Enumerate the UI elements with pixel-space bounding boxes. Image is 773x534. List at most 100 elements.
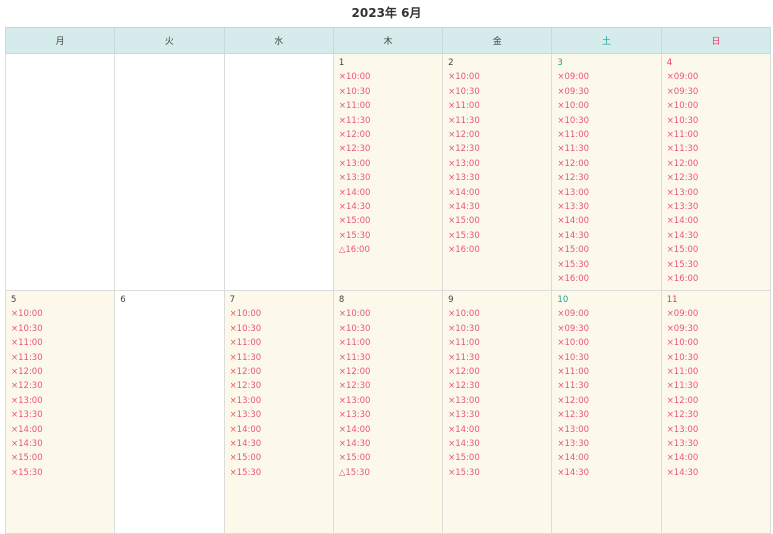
time-slot-full[interactable]: ×11:30 — [448, 114, 546, 128]
time-slot-full[interactable]: ×09:00 — [667, 307, 765, 321]
time-slot-full[interactable]: ×13:30 — [448, 171, 546, 185]
time-slot-full[interactable]: ×11:30 — [339, 351, 437, 365]
time-slot-full[interactable]: ×13:30 — [11, 408, 109, 422]
time-slot-full[interactable]: ×13:30 — [230, 408, 328, 422]
time-slot-full[interactable]: ×14:30 — [448, 200, 546, 214]
time-slot-full[interactable]: ×14:30 — [339, 200, 437, 214]
time-slot-full[interactable]: ×14:00 — [667, 451, 765, 465]
calendar-day-cell-sun[interactable]: 11 ×09:00 ×09:30 ×10:00 ×10:30 ×11:00 ×11:30 ×1… — [660, 290, 772, 534]
time-slot-full[interactable]: ×11:30 — [667, 379, 765, 393]
time-slot-full[interactable]: ×15:00 — [339, 451, 437, 465]
time-slot-full[interactable]: ×14:00 — [667, 214, 765, 228]
time-slot-full[interactable]: ×15:00 — [230, 451, 328, 465]
time-slot-full[interactable]: ×10:00 — [230, 307, 328, 321]
time-slot-full[interactable]: ×14:00 — [448, 186, 546, 200]
time-slot-full[interactable]: ×10:30 — [230, 322, 328, 336]
time-slot-full[interactable]: ×15:30 — [448, 466, 546, 480]
time-slot-full[interactable]: ×15:30 — [339, 229, 437, 243]
time-slot-full[interactable]: ×13:00 — [557, 186, 655, 200]
time-slot-full[interactable]: ×09:30 — [557, 85, 655, 99]
calendar-day-cell-sat[interactable]: 10 ×09:00 ×09:30 ×10:00 ×10:30 ×11:00 ×11:30 ×1… — [551, 290, 662, 534]
time-slot-full[interactable]: ×14:00 — [230, 423, 328, 437]
time-slot-full[interactable]: ×14:00 — [339, 423, 437, 437]
time-slot-full[interactable]: ×10:30 — [667, 351, 765, 365]
time-slot-full[interactable]: ×12:00 — [667, 157, 765, 171]
time-slot-full[interactable]: ×11:30 — [557, 142, 655, 156]
time-slot-full[interactable]: ×14:30 — [557, 466, 655, 480]
time-slot-full[interactable]: ×12:30 — [339, 379, 437, 393]
time-slot-full[interactable]: ×14:30 — [230, 437, 328, 451]
time-slot-full[interactable]: ×14:30 — [667, 229, 765, 243]
time-slot-full[interactable]: ×11:00 — [557, 365, 655, 379]
time-slot-full[interactable]: ×15:00 — [448, 214, 546, 228]
time-slot-full[interactable]: ×13:00 — [667, 423, 765, 437]
time-slot-full[interactable]: ×11:00 — [339, 99, 437, 113]
time-slot-full[interactable]: ×10:00 — [557, 99, 655, 113]
time-slot-full[interactable]: ×13:00 — [448, 394, 546, 408]
time-slot-full[interactable]: ×13:00 — [448, 157, 546, 171]
time-slot-full[interactable]: ×14:00 — [11, 423, 109, 437]
time-slot-full[interactable]: ×13:30 — [557, 200, 655, 214]
time-slot-full[interactable]: ×16:00 — [667, 272, 765, 286]
time-slot-full[interactable]: ×14:00 — [557, 214, 655, 228]
time-slot-full[interactable]: ×12:30 — [557, 171, 655, 185]
time-slot-full[interactable]: ×10:30 — [557, 351, 655, 365]
time-slot-full[interactable]: ×13:00 — [667, 186, 765, 200]
time-slot-full[interactable]: ×11:00 — [557, 128, 655, 142]
time-slot-full[interactable]: ×10:30 — [339, 85, 437, 99]
time-slot-full[interactable]: ×10:30 — [339, 322, 437, 336]
time-slot-full[interactable]: ×12:00 — [448, 128, 546, 142]
time-slot-full[interactable]: ×11:30 — [557, 379, 655, 393]
time-slot-full[interactable]: ×12:30 — [339, 142, 437, 156]
time-slot-full[interactable]: ×10:00 — [667, 99, 765, 113]
time-slot-full[interactable]: ×12:00 — [557, 394, 655, 408]
time-slot-full[interactable]: ×13:00 — [339, 394, 437, 408]
time-slot-full[interactable]: ×10:00 — [448, 307, 546, 321]
time-slot-full[interactable]: ×14:30 — [448, 437, 546, 451]
time-slot-full[interactable]: ×11:00 — [448, 336, 546, 350]
time-slot-full[interactable]: ×14:00 — [557, 451, 655, 465]
time-slot-full[interactable]: ×11:00 — [11, 336, 109, 350]
time-slot-full[interactable]: ×10:00 — [339, 70, 437, 84]
time-slot-full[interactable]: ×13:30 — [667, 200, 765, 214]
time-slot-full[interactable]: ×14:30 — [667, 466, 765, 480]
time-slot-full[interactable]: ×12:00 — [448, 365, 546, 379]
time-slot-full[interactable]: ×11:30 — [448, 351, 546, 365]
time-slot-limited[interactable]: △15:30 — [339, 466, 437, 480]
time-slot-full[interactable]: ×16:00 — [557, 272, 655, 286]
time-slot-full[interactable]: ×10:00 — [667, 336, 765, 350]
time-slot-full[interactable]: ×11:00 — [667, 128, 765, 142]
time-slot-full[interactable]: ×12:00 — [230, 365, 328, 379]
calendar-day-cell-mon[interactable]: 5 ×10:00 ×10:30 ×11:00 ×11:30 ×12:00 ×12:30 ×13… — [4, 290, 116, 534]
time-slot-limited[interactable]: △16:00 — [339, 243, 437, 257]
time-slot-full[interactable]: ×11:00 — [448, 99, 546, 113]
time-slot-full[interactable]: ×15:00 — [557, 243, 655, 257]
time-slot-full[interactable]: ×12:00 — [11, 365, 109, 379]
time-slot-full[interactable]: ×09:00 — [667, 70, 765, 84]
time-slot-full[interactable]: ×10:30 — [11, 322, 109, 336]
time-slot-full[interactable]: ×12:30 — [230, 379, 328, 393]
time-slot-full[interactable]: ×15:30 — [448, 229, 546, 243]
time-slot-full[interactable]: ×13:00 — [557, 423, 655, 437]
time-slot-full[interactable]: ×12:30 — [11, 379, 109, 393]
time-slot-full[interactable]: ×09:00 — [557, 307, 655, 321]
time-slot-full[interactable]: ×10:30 — [557, 114, 655, 128]
time-slot-full[interactable]: ×12:30 — [448, 379, 546, 393]
time-slot-full[interactable]: ×13:30 — [557, 437, 655, 451]
time-slot-full[interactable]: ×10:00 — [557, 336, 655, 350]
time-slot-full[interactable]: ×11:00 — [339, 336, 437, 350]
time-slot-full[interactable]: ×11:30 — [230, 351, 328, 365]
time-slot-full[interactable]: ×10:00 — [448, 70, 546, 84]
time-slot-full[interactable]: ×09:30 — [667, 85, 765, 99]
time-slot-full[interactable]: ×15:00 — [667, 243, 765, 257]
time-slot-full[interactable]: ×10:30 — [448, 322, 546, 336]
time-slot-full[interactable]: ×14:30 — [557, 229, 655, 243]
time-slot-full[interactable]: ×12:30 — [557, 408, 655, 422]
calendar-day-cell-wed[interactable]: 7 ×10:00 ×10:30 ×11:00 ×11:30 ×12:00 ×12:30 ×13… — [223, 290, 334, 534]
calendar-day-cell-thu[interactable]: 1 ×10:00 ×10:30 ×11:00 ×11:30 ×12:00 ×12:30 ×13… — [332, 53, 444, 291]
calendar-day-cell-sun[interactable]: 4 ×09:00 ×09:30 ×10:00 ×10:30 ×11:00 ×11:30 ×12… — [660, 53, 772, 291]
calendar-day-cell-sat[interactable]: 3 ×09:00 ×09:30 ×10:00 ×10:30 ×11:00 ×11:30 ×12… — [551, 53, 662, 291]
time-slot-full[interactable]: ×09:30 — [667, 322, 765, 336]
time-slot-full[interactable]: ×12:30 — [448, 142, 546, 156]
time-slot-full[interactable]: ×09:00 — [557, 70, 655, 84]
